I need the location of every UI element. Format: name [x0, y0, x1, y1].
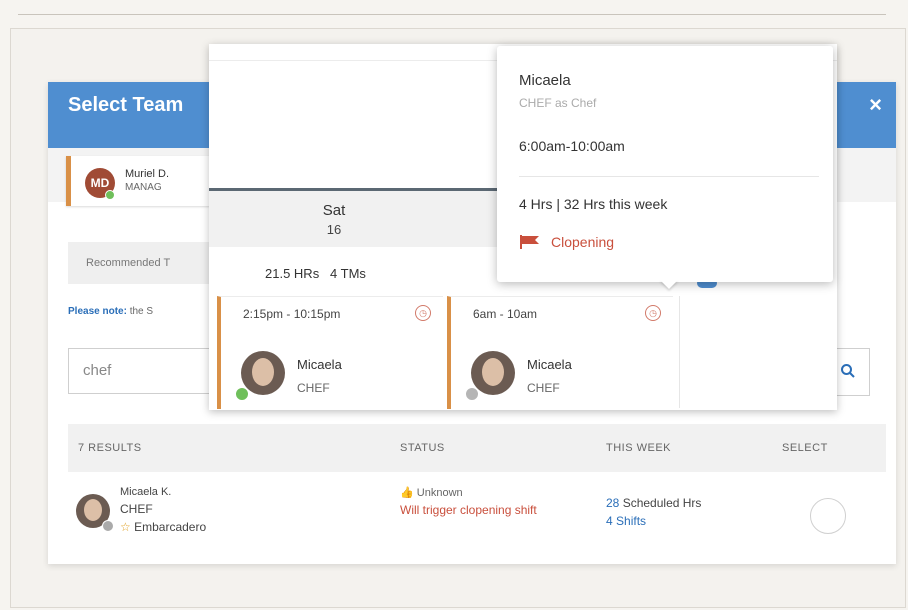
- column-select: SELECT: [782, 442, 828, 454]
- manager-name: Muriel D.: [125, 168, 170, 180]
- clopening-warning: Will trigger clopening shift: [400, 503, 537, 517]
- this-week-summary: 28 Scheduled Hrs 4 Shifts: [606, 494, 701, 530]
- tooltip-arrow: [660, 280, 678, 289]
- shifts-label[interactable]: Shifts: [616, 514, 646, 528]
- shift-employee-name: Micaela: [297, 357, 342, 372]
- avatar: [241, 351, 285, 395]
- online-status-dot: [105, 190, 115, 200]
- employee-role: CHEF: [120, 502, 153, 516]
- manager-role: MANAG: [125, 182, 162, 193]
- employee-location: ☆ Embarcadero: [120, 520, 206, 534]
- avatar: [471, 351, 515, 395]
- flag-icon: [520, 235, 539, 249]
- shift-employee-role: CHEF: [297, 381, 330, 395]
- shift-card[interactable]: 2:15pm - 10:15pm ◷ Micaela CHEF: [217, 296, 443, 409]
- notice-body: the S: [129, 306, 154, 317]
- day-name: Sat: [322, 202, 346, 219]
- tooltip-role: CHEF as Chef: [519, 96, 597, 110]
- modal-title: Select Team: [68, 94, 184, 116]
- day-date: 16: [326, 222, 342, 237]
- status-dot: [102, 520, 114, 532]
- tooltip-time: 6:00am-10:00am: [519, 138, 625, 154]
- column-status: STATUS: [400, 442, 445, 454]
- clopening-label: Clopening: [551, 234, 615, 250]
- select-radio[interactable]: [810, 498, 846, 534]
- shifts-count[interactable]: 4: [606, 514, 613, 528]
- search-value: chef: [83, 362, 112, 379]
- status-unknown-label: Unknown: [416, 487, 463, 499]
- column-this-week: THIS WEEK: [606, 442, 672, 454]
- employee-name: Micaela K.: [120, 486, 172, 498]
- total-hours: 21.5 HRs: [265, 266, 320, 281]
- tooltip-hours: 4 Hrs | 32 Hrs this week: [519, 196, 668, 212]
- location-label: Embarcadero: [134, 520, 207, 534]
- clock-icon: ◷: [645, 305, 661, 321]
- notice-label: Please note:: [68, 306, 127, 317]
- day-totals: 21.5 HRs 4 TMs: [265, 266, 366, 281]
- clock-icon: ◷: [415, 305, 431, 321]
- shift-employee-name: Micaela: [527, 357, 572, 372]
- divider: [519, 176, 819, 177]
- status-dot: [465, 387, 479, 401]
- shift-tooltip: Micaela CHEF as Chef 6:00am-10:00am 4 Hr…: [497, 46, 833, 282]
- shift-time: 6am - 10am: [473, 307, 538, 321]
- close-icon[interactable]: ×: [869, 92, 882, 118]
- status-dot: [235, 387, 249, 401]
- scheduled-hours-label: Scheduled Hrs: [622, 496, 702, 510]
- table-row[interactable]: Micaela K. CHEF ☆ Embarcadero 👍 Unknown …: [68, 478, 886, 554]
- notice-text: Please note: the S: [68, 306, 153, 317]
- total-tms: 4 TMs: [330, 266, 366, 281]
- top-divider: [18, 14, 886, 15]
- tooltip-name: Micaela: [519, 72, 571, 89]
- scheduled-hours-count[interactable]: 28: [606, 496, 619, 510]
- manager-card[interactable]: MD Muriel D. MANAG: [66, 156, 221, 206]
- shift-time: 2:15pm - 10:15pm: [243, 307, 341, 321]
- star-icon: ☆: [120, 520, 131, 534]
- day-header: [209, 191, 499, 247]
- shift-card[interactable]: 6am - 10am ◷ Micaela CHEF: [447, 296, 673, 409]
- shift-employee-role: CHEF: [527, 381, 560, 395]
- search-icon: [841, 364, 855, 378]
- results-header: 7 RESULTS STATUS THIS WEEK SELECT: [68, 424, 886, 472]
- results-count: 7 RESULTS: [78, 442, 142, 454]
- thumbs-up-icon: 👍: [400, 487, 414, 499]
- status-unknown: 👍 Unknown: [400, 486, 463, 499]
- column-divider: [679, 296, 680, 408]
